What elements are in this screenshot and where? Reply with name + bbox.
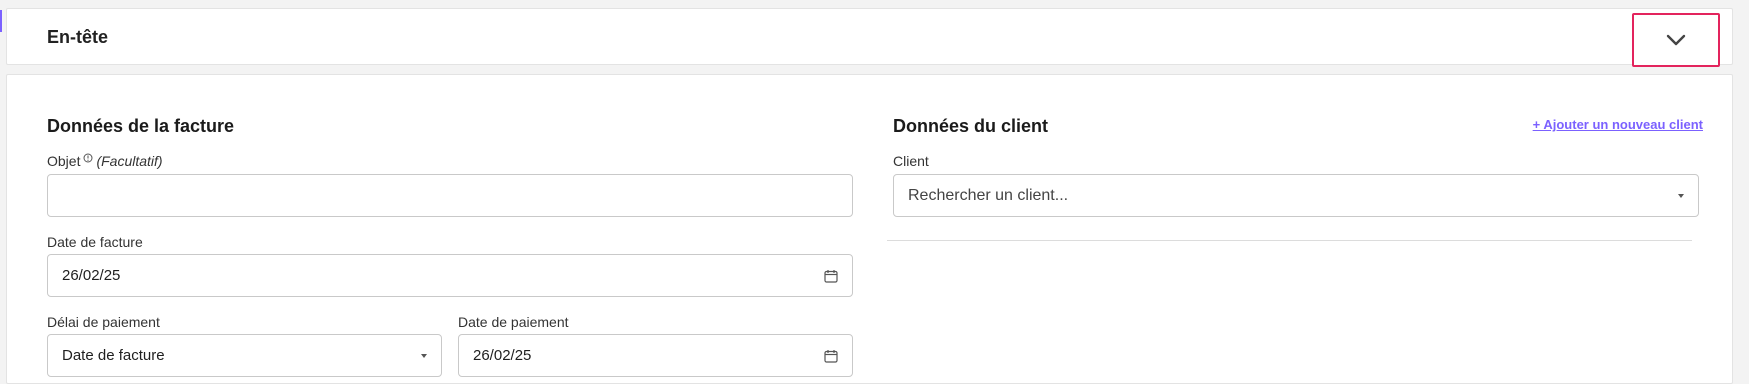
calendar-icon[interactable] bbox=[824, 269, 838, 283]
caret-down-icon bbox=[1678, 193, 1684, 198]
objet-label-text: Objet bbox=[47, 153, 81, 169]
client-search-placeholder: Rechercher un client... bbox=[908, 186, 1069, 204]
date-facture-label: Date de facture bbox=[47, 234, 143, 250]
objet-input[interactable] bbox=[47, 174, 853, 217]
date-facture-value: 26/02/25 bbox=[62, 267, 121, 284]
invoice-data-title: Données de la facture bbox=[47, 116, 235, 136]
info-icon[interactable] bbox=[83, 150, 93, 166]
date-paiement-value: 26/02/25 bbox=[473, 347, 532, 364]
delai-paiement-value: Date de facture bbox=[62, 347, 165, 364]
date-paiement-label: Date de paiement bbox=[458, 314, 569, 330]
left-accent-bar bbox=[0, 10, 2, 32]
client-data-title: Données du client bbox=[893, 116, 1049, 136]
date-paiement-input[interactable]: 26/02/25 bbox=[458, 334, 853, 377]
delai-paiement-label: Délai de paiement bbox=[47, 314, 160, 330]
section-header[interactable]: En-tête bbox=[6, 8, 1733, 67]
date-facture-input[interactable]: 26/02/25 bbox=[47, 254, 853, 297]
collapse-toggle-button[interactable] bbox=[1632, 13, 1720, 67]
client-search-select[interactable]: Rechercher un client... bbox=[893, 174, 1699, 217]
client-label: Client bbox=[893, 153, 929, 169]
delai-paiement-select[interactable]: Date de facture bbox=[47, 334, 442, 377]
add-new-client-link[interactable]: + Ajouter un nouveau client bbox=[1533, 117, 1703, 132]
section-title: En-tête bbox=[47, 27, 109, 47]
calendar-icon[interactable] bbox=[824, 349, 838, 363]
optional-label: (Facultatif) bbox=[96, 153, 163, 169]
chevron-down-icon bbox=[1666, 34, 1686, 46]
caret-down-icon bbox=[421, 353, 427, 358]
objet-label: Objet (Facultatif) bbox=[47, 153, 163, 169]
client-divider bbox=[887, 240, 1692, 241]
